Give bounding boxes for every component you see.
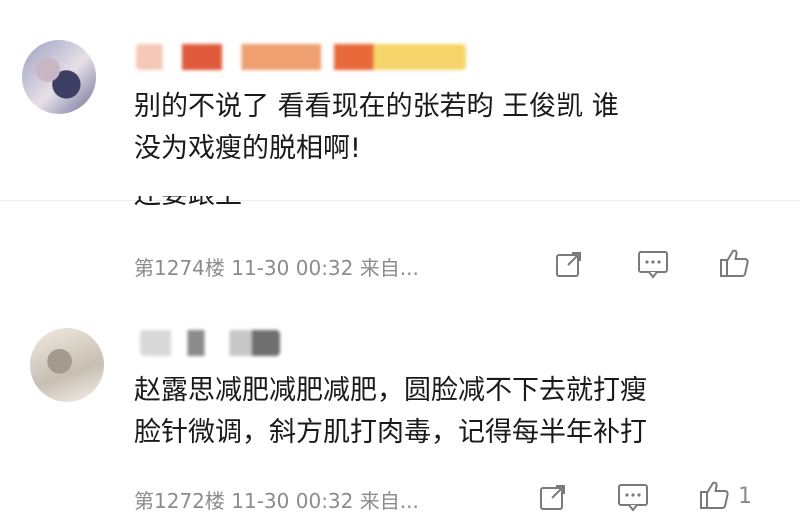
share-button[interactable] [552, 247, 586, 281]
source[interactable]: 来自... [360, 489, 419, 513]
like-count: 1 [738, 484, 752, 509]
comment-icon [638, 251, 668, 279]
share-button[interactable] [536, 480, 570, 514]
floor-number: 第1272楼 [134, 489, 225, 513]
floor-number: 第1274楼 [134, 256, 225, 280]
thumbs-up-icon [720, 249, 749, 277]
like-button[interactable] [718, 246, 752, 280]
comment-button[interactable] [636, 247, 670, 281]
comment-meta: 第1272楼 11-30 00:32 来自... [134, 485, 419, 514]
username-blurred[interactable] [136, 44, 466, 70]
avatar[interactable] [30, 328, 104, 402]
comment-meta: 第1274楼 11-30 00:32 来自... [134, 252, 419, 281]
username-blurred[interactable] [140, 330, 280, 356]
source[interactable]: 来自... [360, 256, 419, 280]
comment-text: 赵露思减肥减肥减肥，圆脸减不下去就打瘦 脸针微调，斜方肌打肉毒，记得每半年补打 [134, 375, 647, 448]
share-icon [556, 252, 581, 277]
comment-button[interactable] [616, 480, 650, 514]
comment-text: 别的不说了 看看现在的张若昀 王俊凯 谁 没为戏瘦的脱相啊! [134, 91, 619, 164]
like-button[interactable] [698, 478, 732, 512]
overlapped-text: 还要跟上 [134, 196, 434, 218]
thumbs-up-icon [700, 481, 729, 509]
timestamp: 11-30 00:32 [231, 489, 354, 513]
timestamp: 11-30 00:32 [231, 256, 354, 280]
avatar[interactable] [22, 40, 96, 114]
comment-feed: 别的不说了 看看现在的张若昀 王俊凯 谁 没为戏瘦的脱相啊! 还要跟上 第127… [0, 0, 800, 528]
comment-icon [618, 484, 648, 512]
share-icon [540, 485, 565, 510]
comment-1: 别的不说了 看看现在的张若昀 王俊凯 谁 没为戏瘦的脱相啊! [0, 0, 800, 200]
